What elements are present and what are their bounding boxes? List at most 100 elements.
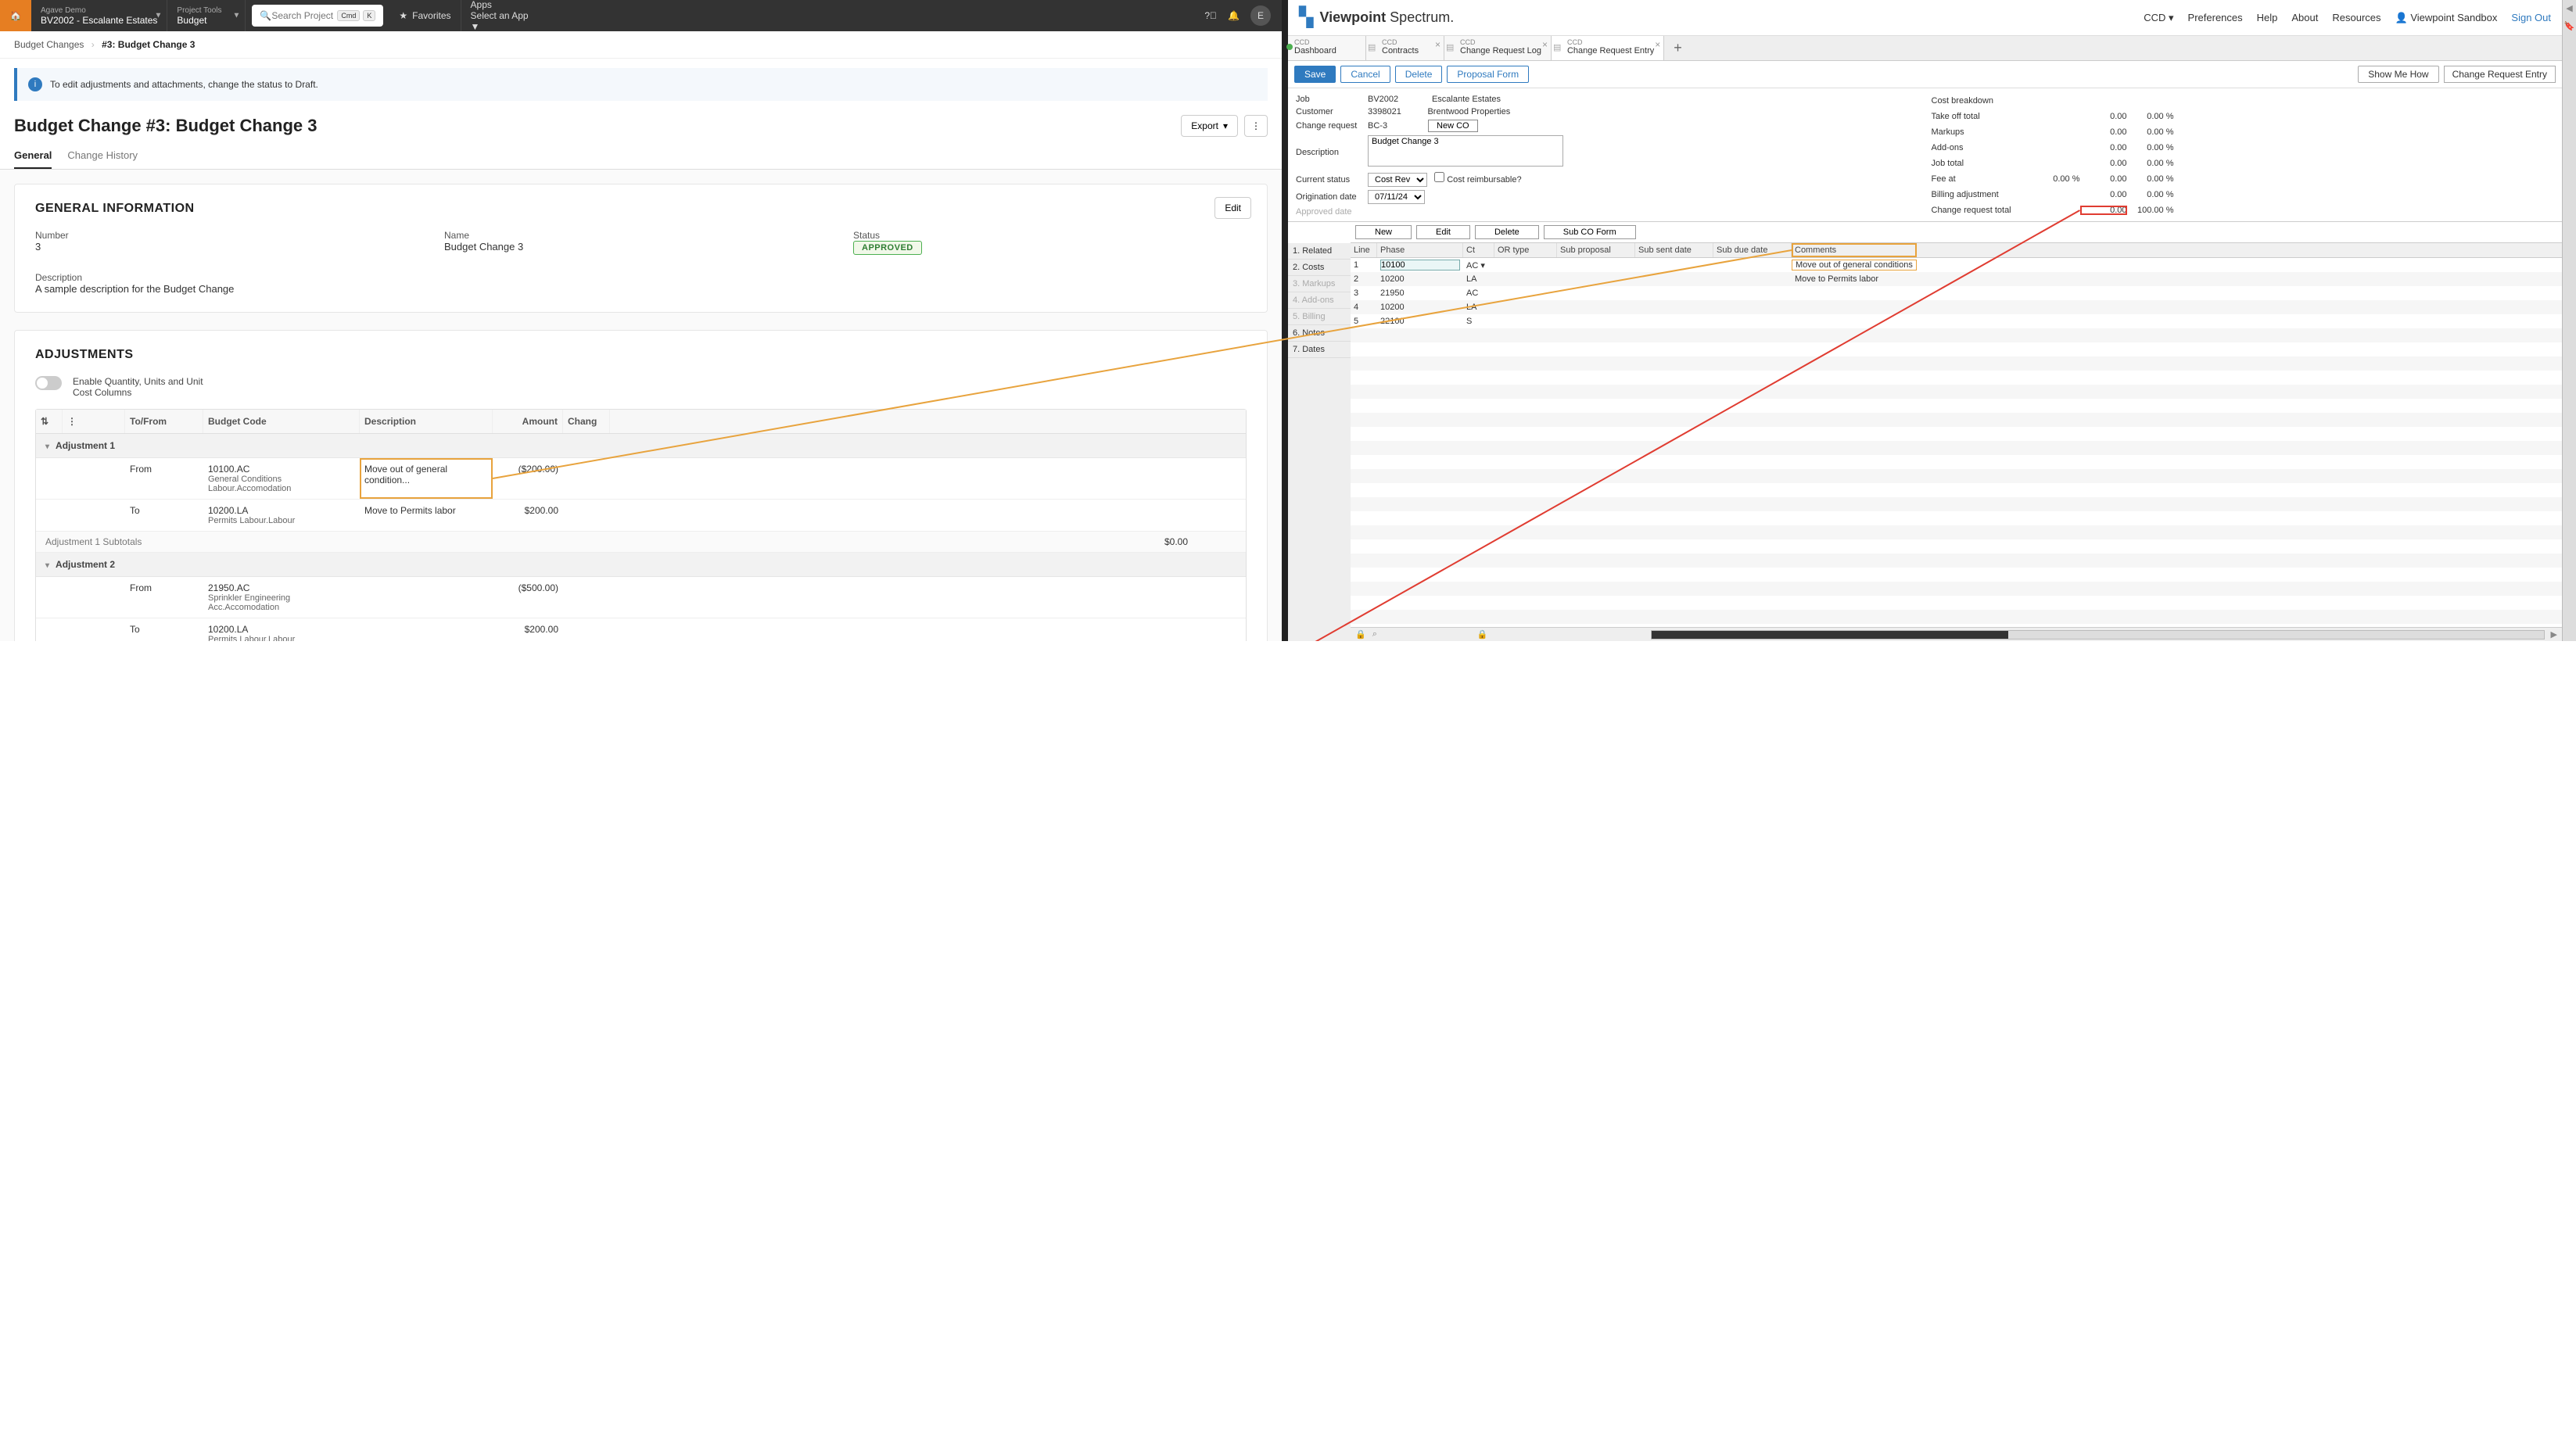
side-tab-dates[interactable]: 7. Dates: [1288, 342, 1351, 358]
breadcrumb: Budget Changes › #3: Budget Change 3: [0, 31, 1282, 59]
close-icon[interactable]: ×: [1542, 39, 1548, 50]
viewpoint-tabs: CCDDashboard ▤CCDContracts× ▤CCDChange R…: [1288, 36, 2562, 61]
grid-header: LinePhaseCtOR typeSub proposalSub sent d…: [1351, 243, 2562, 258]
add-tab-button[interactable]: +: [1664, 40, 1692, 56]
bookmark-icon[interactable]: 🔖: [2564, 21, 2575, 31]
grid-row[interactable]: 410200LA: [1351, 300, 2562, 314]
nav-help[interactable]: Help: [2257, 12, 2278, 23]
side-tab-billing[interactable]: 5. Billing: [1288, 309, 1351, 325]
description-cell: Move out of general condition...: [360, 458, 493, 499]
quantity-toggle[interactable]: [35, 376, 62, 390]
hscrollbar[interactable]: [1651, 630, 2545, 640]
new-row-button[interactable]: New: [1355, 225, 1412, 239]
grid-row[interactable]: 210200LAMove to Permits labor: [1351, 272, 2562, 286]
favorites-link[interactable]: ★ Favorites: [389, 0, 460, 31]
proposal-button[interactable]: Proposal Form: [1447, 66, 1529, 83]
crumb-root[interactable]: Budget Changes: [14, 39, 84, 50]
vp-tab-crlog[interactable]: ▤CCDChange Request Log×: [1444, 36, 1552, 60]
table-row: From 10100.ACGeneral Conditions Labour.A…: [36, 458, 1246, 500]
side-tab-markups[interactable]: 3. Markups: [1288, 276, 1351, 292]
nav-sandbox[interactable]: 👤 Viewpoint Sandbox: [2395, 12, 2498, 24]
vp-toolbar: Save Cancel Delete Proposal Form Show Me…: [1288, 61, 2562, 88]
search-icon: 🔍: [260, 10, 271, 21]
close-icon[interactable]: ×: [1435, 39, 1440, 50]
tool-selector[interactable]: Project Tools Budget ▼: [167, 0, 246, 31]
avatar[interactable]: E: [1250, 5, 1271, 26]
reimbursable-checkbox[interactable]: [1434, 172, 1444, 182]
lock-icon: 🔒: [1355, 629, 1366, 640]
side-tabs: 1. Related 2. Costs 3. Markups 4. Add-on…: [1288, 243, 1351, 641]
new-co-button[interactable]: New CO: [1428, 120, 1478, 132]
grid-toolbar: New Edit Delete Sub CO Form: [1351, 222, 2562, 243]
logo-icon: ▚: [1299, 6, 1313, 29]
cr-form: JobBV2002 Escalante Estates Customer3398…: [1288, 88, 2562, 222]
status-badge: APPROVED: [853, 241, 922, 255]
sign-out-link[interactable]: Sign Out: [2511, 12, 2551, 23]
nav-about[interactable]: About: [2291, 12, 2318, 23]
edit-row-button[interactable]: Edit: [1416, 225, 1470, 239]
grid-row[interactable]: 522100S: [1351, 314, 2562, 328]
viewpoint-header: ▚ Viewpoint Spectrum. CCD ▾ Preferences …: [1288, 0, 2562, 36]
filter-icon: ⌕: [1372, 629, 1377, 640]
screen-title: Change Request Entry: [2444, 66, 2556, 83]
chevron-down-icon: ▼: [233, 12, 241, 20]
adjustment-group[interactable]: ▾Adjustment 1: [36, 434, 1246, 458]
bell-icon[interactable]: 🔔: [1228, 10, 1240, 21]
vp-tab-crentry[interactable]: ▤CCDChange Request Entry×: [1552, 36, 1664, 60]
general-info-card: GENERAL INFORMATION Edit Number3 NameBud…: [14, 184, 1268, 313]
right-dock[interactable]: ◀🔖: [2562, 0, 2576, 641]
adjustment-group[interactable]: ▾Adjustment 2: [36, 553, 1246, 577]
page-title: Budget Change #3: Budget Change 3: [14, 116, 317, 136]
chevron-down-icon: ▾: [45, 561, 49, 570]
ccd-menu[interactable]: CCD ▾: [2144, 12, 2173, 24]
file-icon: ▤: [1446, 42, 1454, 52]
phase-select[interactable]: [1380, 260, 1460, 270]
col-menu-icon[interactable]: ⋮: [63, 410, 125, 433]
side-tab-addons[interactable]: 4. Add-ons: [1288, 292, 1351, 309]
help-icon[interactable]: ?⃝: [1204, 10, 1217, 21]
table-row: To 10200.LAPermits Labour.Labour Move to…: [36, 500, 1246, 532]
chevron-down-icon: ▾: [1223, 120, 1228, 131]
info-icon: i: [28, 77, 42, 91]
cr-total: 0.00: [2080, 206, 2127, 215]
close-icon[interactable]: ×: [1655, 39, 1660, 50]
nav-resources[interactable]: Resources: [2332, 12, 2380, 23]
table-row: From21950.ACSprinkler Engineering Acc.Ac…: [36, 577, 1246, 618]
tab-general[interactable]: General: [14, 143, 52, 169]
grid-body[interactable]: 1AC ▾Move out of general conditions 2102…: [1351, 258, 2562, 627]
star-icon: ★: [399, 10, 407, 21]
delete-row-button[interactable]: Delete: [1475, 225, 1539, 239]
vp-tab-dashboard[interactable]: CCDDashboard: [1288, 36, 1366, 60]
search-input[interactable]: 🔍 Cmd K: [252, 5, 383, 27]
tab-history[interactable]: Change History: [67, 143, 138, 169]
cancel-button[interactable]: Cancel: [1340, 66, 1390, 83]
crumb-current: #3: Budget Change 3: [102, 39, 195, 50]
grid-row[interactable]: 321950AC: [1351, 286, 2562, 300]
subco-button[interactable]: Sub CO Form: [1544, 225, 1636, 239]
description-input[interactable]: [1368, 135, 1563, 167]
adjustments-card: ADJUSTMENTS Enable Quantity, Units and U…: [14, 330, 1268, 641]
orig-date-select[interactable]: 07/11/24: [1368, 190, 1425, 204]
export-button[interactable]: Export▾: [1181, 115, 1238, 137]
apps-selector[interactable]: Apps Select an App ▼: [461, 0, 547, 31]
side-tab-notes[interactable]: 6. Notes: [1288, 325, 1351, 342]
lock-icon: 🔒: [1477, 629, 1488, 640]
project-selector[interactable]: Agave Demo BV2002 - Escalante Estates ▼: [31, 0, 167, 31]
vp-tab-contracts[interactable]: ▤CCDContracts×: [1366, 36, 1444, 60]
grid-row[interactable]: 1AC ▾Move out of general conditions: [1351, 258, 2562, 272]
expand-all-icon[interactable]: ⇅: [36, 410, 63, 433]
side-tab-related[interactable]: 1. Related: [1288, 243, 1351, 260]
delete-button[interactable]: Delete: [1395, 66, 1443, 83]
save-button[interactable]: Save: [1294, 66, 1336, 83]
home-icon[interactable]: 🏠: [0, 0, 31, 31]
more-button[interactable]: ⋮: [1244, 115, 1268, 137]
showme-button[interactable]: Show Me How: [2358, 66, 2438, 83]
adjustments-table: ⇅ ⋮ To/From Budget Code Description Amou…: [35, 409, 1247, 641]
side-tab-costs[interactable]: 2. Costs: [1288, 260, 1351, 276]
edit-button[interactable]: Edit: [1214, 197, 1251, 219]
topbar: 🏠 Agave Demo BV2002 - Escalante Estates …: [0, 0, 1282, 31]
kbd-hint: Cmd: [337, 10, 360, 21]
info-alert: i To edit adjustments and attachments, c…: [14, 68, 1268, 101]
nav-prefs[interactable]: Preferences: [2188, 12, 2243, 23]
status-select[interactable]: Cost Rev: [1368, 173, 1427, 187]
